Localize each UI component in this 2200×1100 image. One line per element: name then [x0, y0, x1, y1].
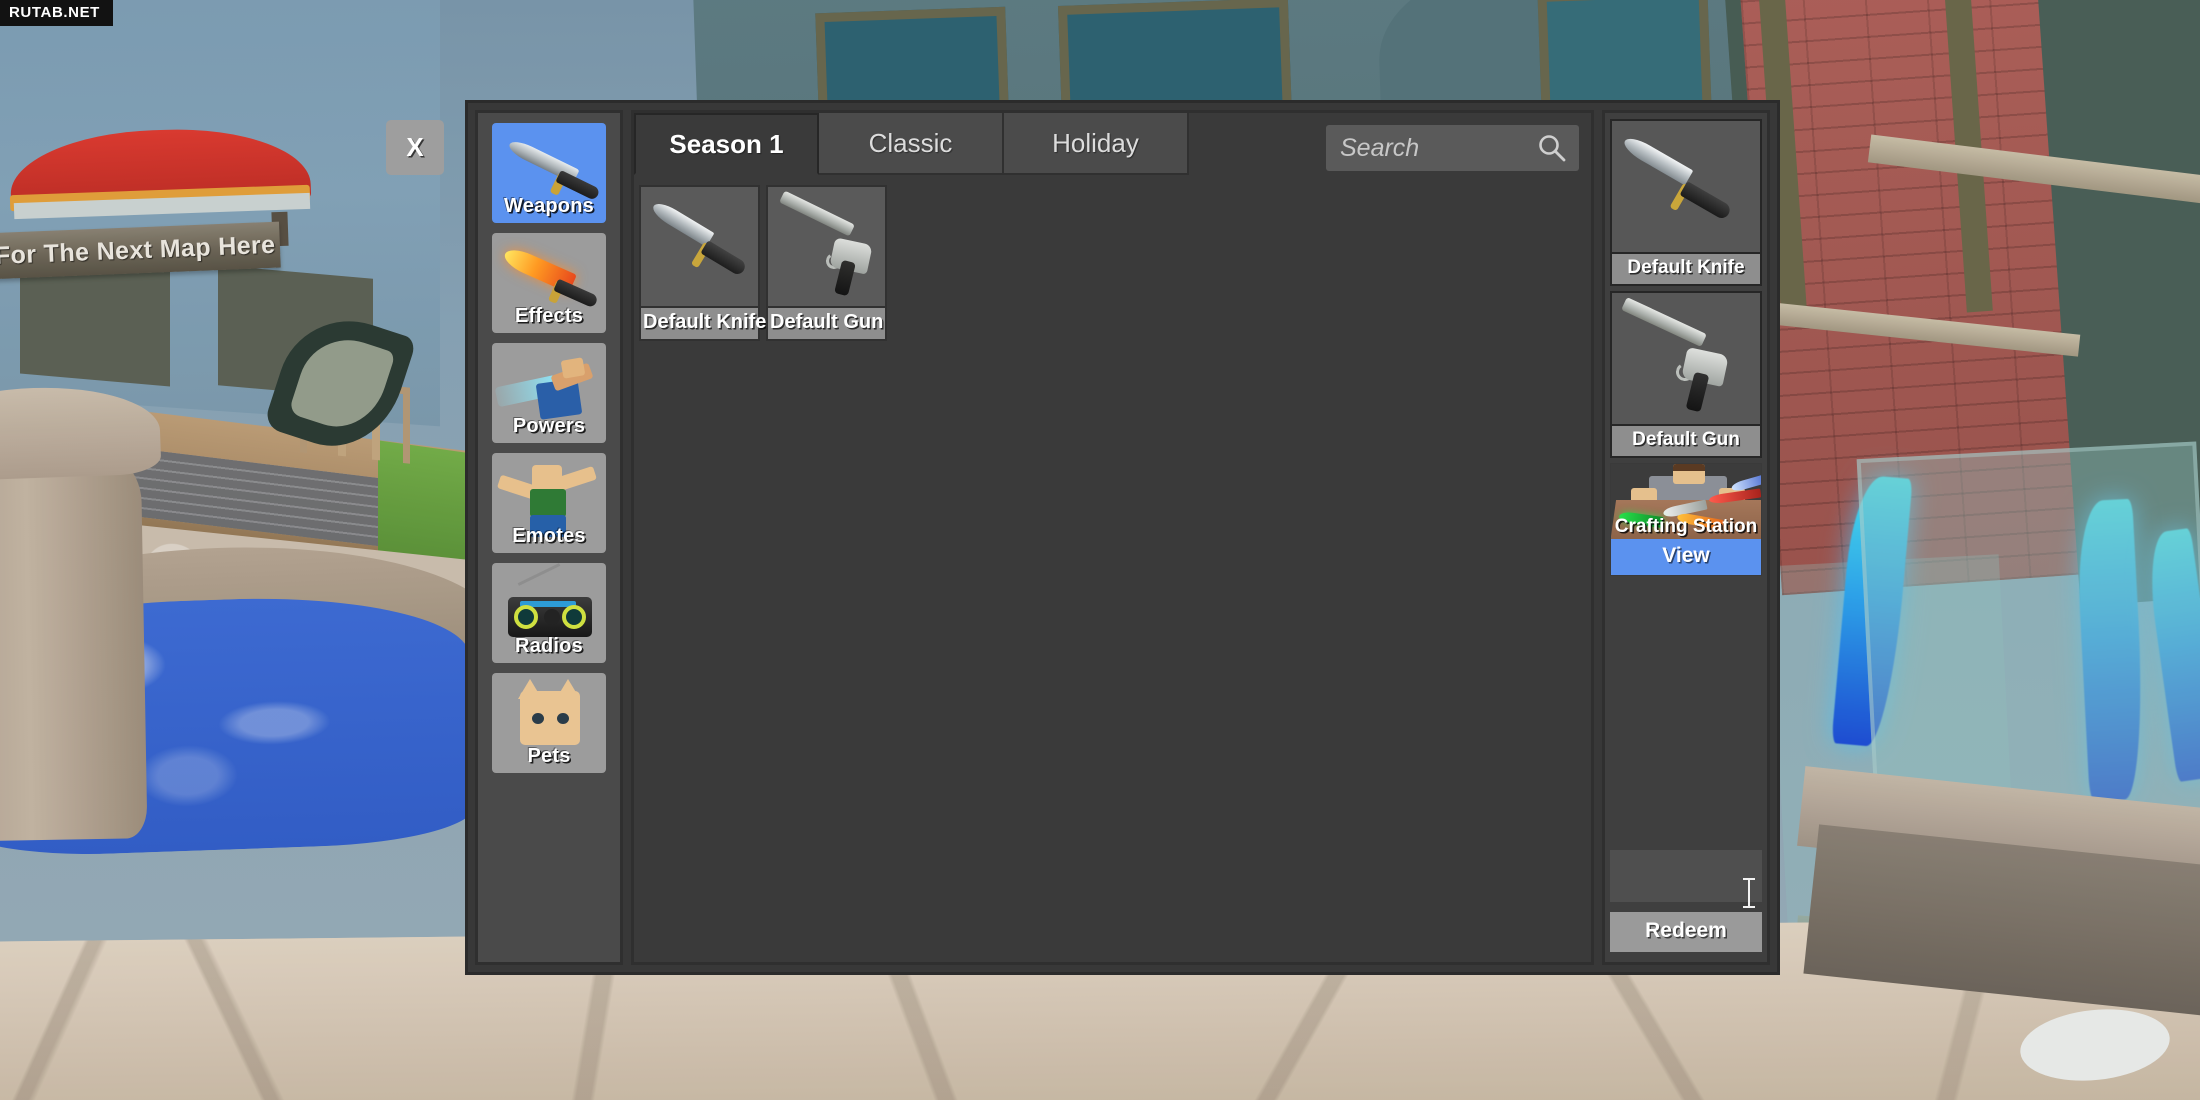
item-card[interactable]: Default Gun	[766, 185, 887, 341]
sidebar-item-label: Weapons	[504, 195, 594, 217]
category-sidebar: Weapons Effects Powers Emotes Radios Pet…	[475, 110, 623, 965]
equipped-slot-gun[interactable]: Default Gun	[1610, 291, 1762, 458]
knife-icon	[1612, 121, 1760, 252]
tab-holiday[interactable]: Holiday	[1004, 113, 1189, 175]
tab-classic[interactable]: Classic	[819, 113, 1004, 175]
search-icon[interactable]	[1537, 133, 1579, 163]
equipped-slot-label: Default Knife	[1612, 252, 1760, 284]
item-card-label: Default Knife	[641, 306, 766, 339]
tab-bar: Season 1 Classic Holiday	[634, 113, 1591, 175]
sidebar-item-effects[interactable]: Effects	[492, 233, 606, 333]
sidebar-item-pets[interactable]: Pets	[492, 673, 606, 773]
tab-season-1[interactable]: Season 1	[634, 113, 819, 175]
view-button[interactable]: View	[1611, 539, 1761, 575]
sidebar-item-emotes[interactable]: Emotes	[492, 453, 606, 553]
sidebar-item-radios[interactable]: Radios	[492, 563, 606, 663]
revolver-icon	[1612, 293, 1760, 424]
sidebar-item-label: Effects	[514, 305, 584, 327]
equipped-slot-label: Default Gun	[1612, 424, 1760, 456]
close-button[interactable]: X	[386, 120, 444, 175]
sidebar-item-label: Emotes	[512, 525, 586, 547]
equipped-panel: Default Knife Default Gun Crafting Stati…	[1602, 110, 1770, 965]
catalog-panel: Season 1 Classic Holiday Search Default …	[631, 110, 1594, 965]
knife-icon	[641, 187, 758, 306]
crafting-station-icon: Crafting Station	[1611, 464, 1761, 539]
search-box[interactable]	[1326, 125, 1579, 171]
redeem-code-input[interactable]	[1610, 850, 1762, 902]
crafting-station-card[interactable]: Crafting Station View	[1610, 463, 1762, 576]
search-input[interactable]	[1326, 133, 1537, 163]
sidebar-item-label: Pets	[527, 745, 571, 767]
item-card-label: Default Gun	[768, 306, 885, 339]
crafting-station-label: Crafting Station	[1614, 516, 1758, 537]
sidebar-item-weapons[interactable]: Weapons	[492, 123, 606, 223]
sidebar-item-powers[interactable]: Powers	[492, 343, 606, 443]
item-grid: Default Knife Default Gun	[634, 175, 1591, 962]
inventory-shop-dialog: Weapons Effects Powers Emotes Radios Pet…	[465, 100, 1780, 975]
watermark: RUTAB.NET	[0, 0, 113, 26]
side-panel-spacer	[1610, 581, 1762, 845]
redeem-button[interactable]: Redeem	[1610, 912, 1762, 952]
sidebar-item-label: Powers	[512, 415, 586, 437]
equipped-slot-knife[interactable]: Default Knife	[1610, 119, 1762, 286]
sidebar-item-label: Radios	[515, 635, 583, 657]
revolver-icon	[768, 187, 885, 306]
item-card[interactable]: Default Knife	[639, 185, 766, 341]
